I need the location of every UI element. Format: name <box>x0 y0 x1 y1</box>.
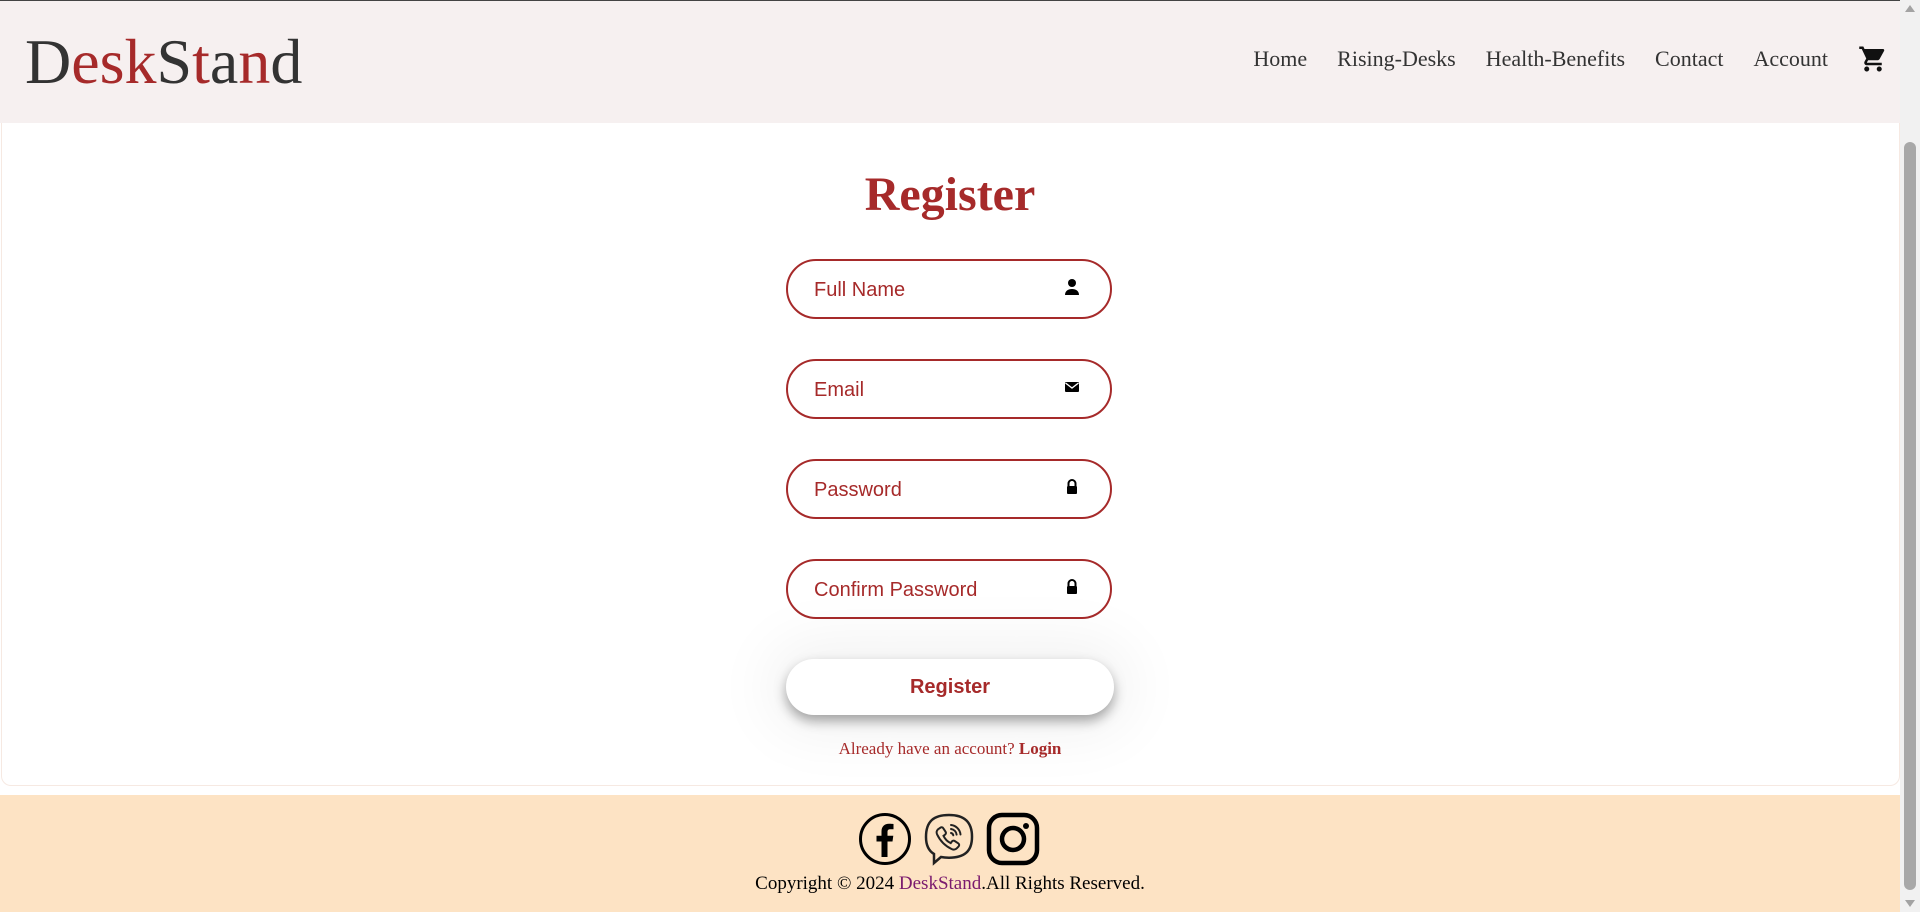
password-input[interactable] <box>812 461 1056 519</box>
page-title: Register <box>864 168 1036 221</box>
copyright-suffix: .All Rights Reserved. <box>981 873 1145 894</box>
confirm-password-input[interactable] <box>812 561 1056 619</box>
nav-account[interactable]: Account <box>1753 45 1828 73</box>
nav-rising-desks[interactable]: Rising-Desks <box>1337 45 1456 73</box>
viber-icon[interactable] <box>922 812 976 866</box>
logo-text: DeskStand <box>25 26 303 97</box>
login-prompt-text: Already have an account? <box>838 739 1015 758</box>
email-field <box>786 359 1112 419</box>
main-nav: Home Rising-Desks Health-Benefits Contac… <box>1223 44 1900 74</box>
login-link[interactable]: Login <box>1019 739 1062 758</box>
shopping-cart-icon[interactable] <box>1858 44 1888 74</box>
copyright: Copyright © 2024 DeskStand.All Rights Re… <box>0 873 1900 895</box>
password-field <box>786 459 1112 519</box>
site-header: DeskStand Home Rising-Desks Health-Benef… <box>0 1 1900 123</box>
nav-health-benefits[interactable]: Health-Benefits <box>1486 45 1625 73</box>
lock-icon <box>1064 478 1080 496</box>
copyright-prefix: Copyright © 2024 <box>755 873 899 894</box>
envelope-icon <box>1064 378 1080 396</box>
facebook-icon[interactable] <box>858 812 912 866</box>
user-icon <box>1064 278 1080 296</box>
scroll-down-arrow-icon[interactable] <box>1905 900 1915 907</box>
login-prompt: Already have an account? Login <box>0 739 1900 759</box>
vertical-scrollbar[interactable] <box>1900 0 1920 912</box>
site-logo[interactable]: DeskStand <box>25 25 302 99</box>
full-name-input[interactable] <box>812 261 1056 319</box>
full-name-field <box>786 259 1112 319</box>
instagram-icon[interactable] <box>986 812 1040 866</box>
nav-contact[interactable]: Contact <box>1655 45 1723 73</box>
site-footer: Copyright © 2024 DeskStand.All Rights Re… <box>0 795 1900 912</box>
nav-home[interactable]: Home <box>1253 45 1307 73</box>
lock-icon <box>1064 578 1080 596</box>
scroll-up-arrow-icon[interactable] <box>1905 5 1915 12</box>
copyright-brand: DeskStand <box>898 873 982 894</box>
email-input[interactable] <box>812 361 1056 419</box>
social-links <box>858 812 1040 866</box>
scrollbar-thumb[interactable] <box>1904 142 1916 890</box>
confirm-password-field <box>786 559 1112 619</box>
register-button[interactable]: Register <box>786 659 1114 715</box>
